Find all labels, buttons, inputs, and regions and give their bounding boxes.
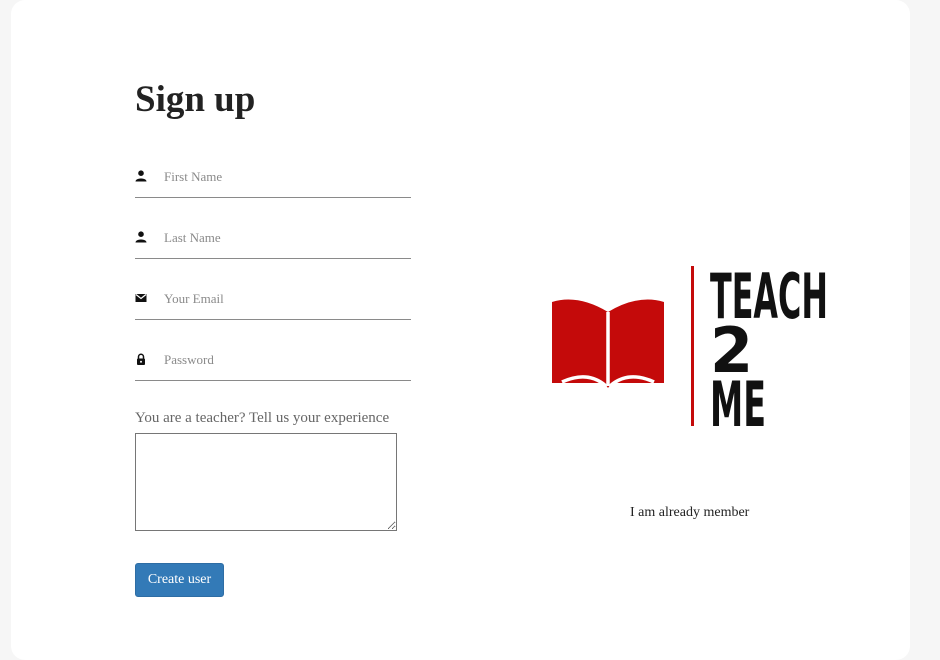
teach2me-logo: TEACH 2 ME <box>552 262 828 428</box>
password-input[interactable] <box>164 349 404 371</box>
last-name-input[interactable] <box>164 227 404 249</box>
experience-label: You are a teacher? Tell us your experien… <box>135 410 390 426</box>
last-name-field <box>135 219 411 259</box>
logo-divider <box>691 266 694 426</box>
already-member-link[interactable]: I am already member <box>630 505 749 521</box>
page-title: Sign up <box>135 79 256 120</box>
experience-textarea[interactable] <box>135 433 397 531</box>
person-icon <box>135 231 147 243</box>
create-user-button[interactable]: Create user <box>135 563 224 597</box>
logo-line-3: ME <box>710 368 766 428</box>
first-name-input[interactable] <box>164 166 404 188</box>
first-name-field <box>135 158 411 198</box>
email-field <box>135 280 411 320</box>
person-icon <box>135 170 147 182</box>
email-input[interactable] <box>164 288 404 310</box>
book-icon <box>552 299 664 388</box>
lock-icon <box>135 353 147 365</box>
password-field <box>135 341 411 381</box>
envelope-icon <box>135 292 147 304</box>
